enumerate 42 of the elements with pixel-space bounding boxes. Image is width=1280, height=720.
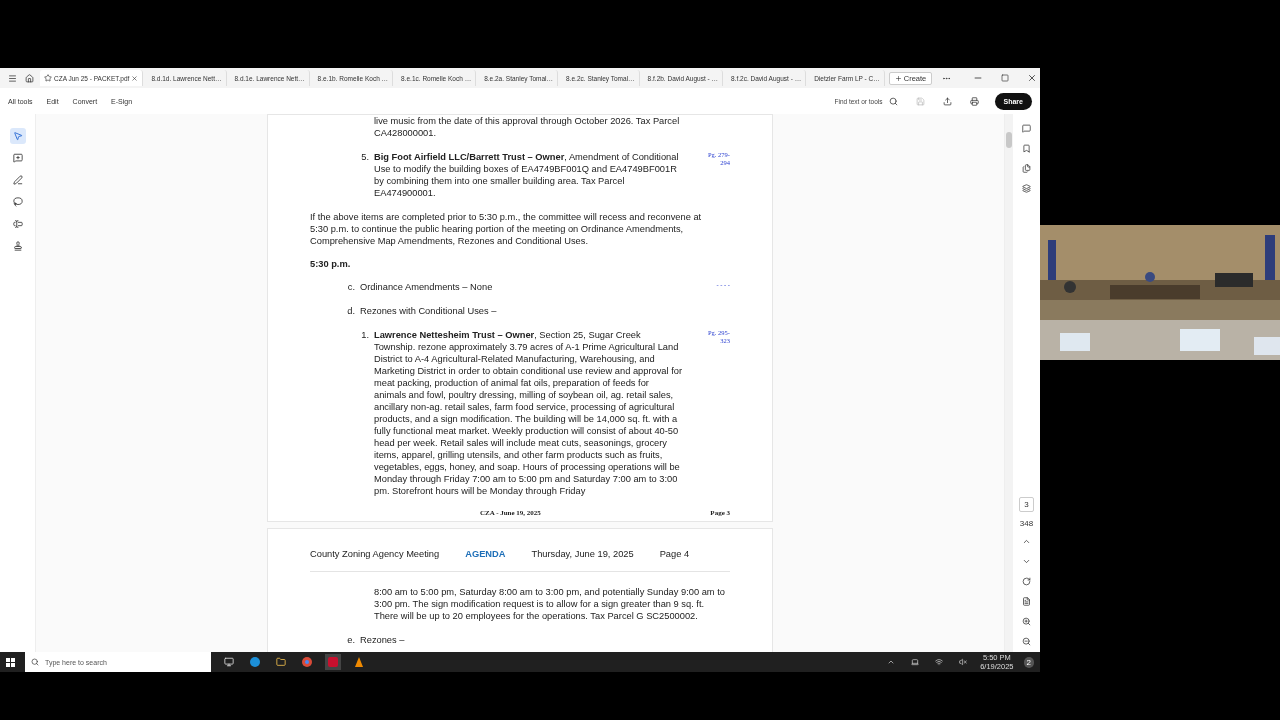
paragraph: If the above items are completed prior to 5:30 p.m., the committee will recess and reconvene at 5:30 p.m. to continue the public hearing portion of the meeting on Ordinance Amendments, Comprehensive Map Amendments, Rezones and Conditional Uses. xyxy=(310,211,703,247)
pages-icon[interactable] xyxy=(1020,162,1033,175)
home-icon[interactable] xyxy=(23,71,36,85)
star-icon[interactable] xyxy=(44,74,52,82)
item-number: 5. xyxy=(360,151,370,163)
header-page: Page 4 xyxy=(659,549,690,559)
agenda-item-text: Rezones with Conditional Uses – xyxy=(360,305,498,317)
restore-icon[interactable] xyxy=(999,72,1012,84)
comment-icon[interactable] xyxy=(1020,122,1033,135)
rotate-icon[interactable] xyxy=(1020,575,1033,588)
item-letter: e. xyxy=(346,634,356,646)
zoom-out-icon[interactable] xyxy=(1020,635,1033,648)
time-heading: 5:30 p.m. xyxy=(310,259,352,269)
browser-icon[interactable] xyxy=(247,654,263,670)
agenda-item-text: Big Foot Airfield LLC/Barrett Trust – Owner, Amendment of Conditional Use to modify the building boxes of EA4749BF001Q and EA4749BF001R by combining them into one smaller building area. Tax Parcel EA474900001. xyxy=(374,151,680,199)
zoom-in-icon[interactable] xyxy=(1020,615,1033,628)
pointer-tool-icon[interactable] xyxy=(9,128,26,144)
layers-icon[interactable] xyxy=(1020,182,1033,195)
print-icon[interactable] xyxy=(967,94,981,108)
upload-icon[interactable] xyxy=(940,94,954,108)
agenda-item-text: Ordinance Amendments – None xyxy=(360,281,494,293)
scrollbar[interactable] xyxy=(1005,114,1013,652)
agenda-text: 8:00 am to 5:00 pm, Saturday 8:00 am to 3:00 pm, and potentially Sunday 9:00 am to 3:00 pm. The sign modification request is to allow for a sign greater than 9 sq. ft. There will be up to 20 employees for the operations. Tax Parcel G SC2500002. xyxy=(374,586,726,622)
page-total: 348 xyxy=(1019,519,1034,528)
agenda-item-text: Lawrence Nettesheim Trust – Owner, Section 25, Sugar Creek Township. rezone approximately 3.79 acres of A-1 Prime Agricultural Land District to A-4 Agricultural-Related Manufacturing, Warehousing, and Marketing District in order to obtain conditional use review and approval for meat packing, production of animal fat oils, preparation of feeds for animals and fowl, poultry dressing, milling of soybean oil, ag. retail sales, ancillary non-ag. retail sales, farm food service, processing of agricultural products, and a sign modification. The building will be 14,000 sq. ft. with a fully functional meat market. Weekly production will consist of about 40-50 head per week. Retail sales will include meat cuts, seasonings, grocery items, apparel, grilling utensils, and other farm products such as fruits, vegetables, eggs, honey, and soap. Hours of processing operations will be Monday through Friday 7:00 am to 5:00 pm and Saturday 7:00 am to 3:00 pm. Storefront hours will be Monday through Friday xyxy=(374,329,682,497)
agenda-item-text: Rezones – xyxy=(360,634,406,646)
windows-logo-icon[interactable] xyxy=(6,657,15,667)
header-title: County Zoning Agency Meeting xyxy=(310,549,440,559)
scroll-thumb[interactable] xyxy=(1006,132,1012,148)
header-date: Thursday, June 19, 2025 xyxy=(531,549,634,559)
notification-badge[interactable]: 2 xyxy=(1023,656,1034,668)
page-number-field[interactable]: 3 xyxy=(1019,497,1034,512)
plus-icon xyxy=(894,74,902,82)
item-letter: c. xyxy=(346,281,356,293)
item-number: 1. xyxy=(360,329,370,341)
item-letter: d. xyxy=(346,305,356,317)
close-icon[interactable] xyxy=(131,74,139,82)
search-icon xyxy=(31,658,39,666)
agenda-text: live music from the date of this approval through October 2026. Tax Parcel CA428000001. xyxy=(374,115,681,139)
header-agenda: AGENDA xyxy=(465,549,506,559)
bookmark-icon[interactable] xyxy=(1020,142,1033,155)
document-icon[interactable] xyxy=(1020,595,1033,608)
